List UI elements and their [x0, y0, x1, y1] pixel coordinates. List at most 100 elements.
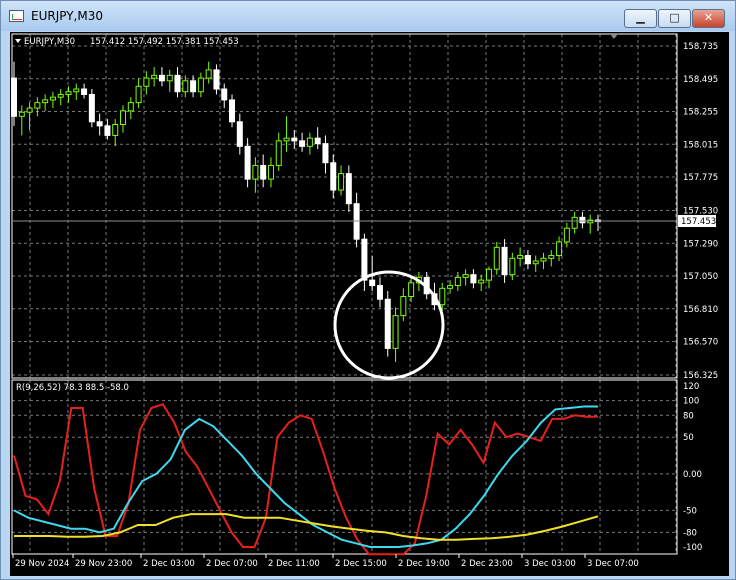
candle — [221, 83, 228, 109]
candle-body — [454, 276, 461, 287]
price-axis-label: 157.050 — [683, 272, 718, 282]
time-axis-label: 2 Dec 23:00 — [461, 559, 513, 569]
candle — [260, 154, 267, 188]
price-axis-label: 158.735 — [683, 42, 718, 52]
candle-body — [205, 69, 212, 79]
candle — [353, 192, 360, 248]
candle — [151, 67, 158, 87]
candle — [299, 132, 306, 152]
candle-body — [330, 162, 337, 191]
candle-body — [73, 88, 80, 93]
candle — [485, 266, 492, 289]
price-axis-label: 157.775 — [683, 173, 718, 183]
title-bar[interactable]: EURJPY,M30 ▁ □ ✕ — [1, 1, 735, 31]
candle — [454, 271, 461, 292]
candle — [338, 165, 345, 196]
time-axis-label: 3 Dec 03:00 — [524, 559, 576, 569]
candle-body — [462, 274, 469, 278]
candle — [532, 255, 539, 272]
indicator-axis-label: 80 — [683, 411, 694, 421]
candle-body — [275, 140, 282, 166]
candle — [120, 105, 127, 133]
candle-body — [81, 88, 88, 95]
chart-symbol-timeframe: EURJPY,M30 — [24, 37, 75, 47]
candle — [112, 119, 119, 147]
candle-body — [548, 255, 555, 259]
candle-body — [532, 260, 539, 265]
candle-body — [127, 102, 134, 112]
time-axis-label: 2 Dec 03:00 — [143, 559, 195, 569]
candle-body — [299, 140, 306, 147]
candle — [34, 97, 41, 117]
indicator-axis-label: -50 — [683, 506, 697, 516]
indicator-header: R(9,26,52) 78.3 88.5 -58.0 — [16, 383, 129, 393]
chart-ohlc: 157.412 157.492 157.381 157.453 — [90, 37, 239, 47]
candle — [493, 241, 500, 275]
candle-body — [493, 246, 500, 270]
candle — [306, 132, 313, 155]
time-axis-label: 29 Nov 2024 — [15, 559, 69, 569]
price-axis-label: 158.255 — [683, 108, 718, 118]
dropdown-triangle-icon — [15, 39, 21, 43]
candle-body — [260, 164, 267, 180]
candle — [322, 135, 329, 174]
candle-body — [120, 110, 127, 125]
candle-body — [267, 164, 274, 180]
candle-body — [556, 241, 563, 257]
indicator-axis-label: -100 — [683, 543, 702, 553]
candle-body — [166, 74, 173, 82]
chart-area[interactable]: EURJPY,M30 157.412 157.492 157.381 157.45… — [10, 32, 729, 576]
current-price-label: 157.453 — [681, 217, 716, 227]
candle-body — [524, 255, 531, 265]
price-axis-label: 156.325 — [683, 371, 718, 381]
candle-body — [338, 173, 345, 191]
candle-body — [369, 279, 376, 287]
candle-body — [57, 93, 64, 98]
candle-body — [384, 298, 391, 349]
price-axis-label: 156.810 — [683, 305, 718, 315]
candle — [548, 250, 555, 267]
candle-body — [213, 69, 220, 90]
indicator-axis-label: -80 — [683, 528, 697, 538]
candle — [236, 113, 243, 155]
price-axis-label: 157.530 — [683, 207, 718, 217]
candle-body — [244, 145, 251, 180]
candle-body — [34, 102, 41, 109]
candle — [49, 91, 56, 109]
candle — [314, 127, 321, 150]
candle — [197, 72, 204, 98]
candle-body — [470, 274, 477, 284]
shift-marker-icon — [610, 34, 618, 39]
candle-body — [447, 285, 454, 289]
candle — [400, 288, 407, 322]
chart-canvas[interactable]: EURJPY,M30 157.412 157.492 157.381 157.45… — [10, 32, 729, 576]
candle-body — [563, 227, 570, 243]
indicator-axis-label: 0.00 — [683, 470, 702, 480]
indicator-line-cyan — [13, 405, 598, 548]
candle-body — [509, 257, 516, 276]
time-axis-label: 2 Dec 11:00 — [268, 559, 320, 569]
candle-body — [252, 164, 259, 180]
candle-body — [174, 74, 181, 93]
candle — [267, 157, 274, 188]
candle — [376, 277, 383, 308]
candle — [135, 78, 142, 109]
candle — [143, 71, 150, 95]
candle — [96, 113, 103, 136]
minimize-button[interactable]: ▁ — [624, 9, 657, 28]
candle-body — [571, 216, 578, 229]
close-button[interactable]: ✕ — [692, 9, 725, 28]
candle — [127, 97, 134, 120]
candle — [345, 165, 352, 212]
candle — [57, 89, 64, 106]
candle-body — [485, 268, 492, 281]
candle — [275, 132, 282, 171]
candle-body — [361, 238, 368, 281]
candle-body — [11, 77, 17, 117]
candle — [524, 250, 531, 270]
candle — [571, 211, 578, 234]
price-axis-label: 158.495 — [683, 75, 718, 85]
maximize-button[interactable]: □ — [658, 9, 691, 28]
candle-body — [291, 137, 298, 142]
candle-body — [478, 279, 485, 284]
